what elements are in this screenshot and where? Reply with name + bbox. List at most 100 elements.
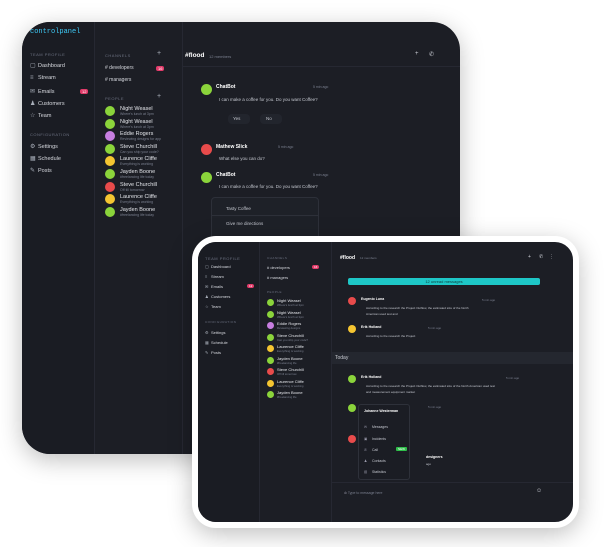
- reply-yes-button[interactable]: Yes: [228, 114, 250, 124]
- emails-badge: 12: [247, 284, 255, 288]
- phone-icon[interactable]: ✆: [539, 254, 543, 260]
- message-input[interactable]: ⊘ Type to message here: [344, 491, 382, 495]
- person-item[interactable]: Night Weasel Where's lunch at 3pm: [105, 118, 154, 129]
- person-item[interactable]: Night Weasel Where's lunch at 3pm: [105, 106, 154, 116]
- nav-schedule[interactable]: ▦ Schedule: [205, 340, 228, 345]
- unread-banner[interactable]: 12 unread messages: [348, 278, 540, 285]
- avatar: [267, 356, 274, 364]
- option-directions[interactable]: Give me directions: [226, 221, 263, 226]
- nav-posts[interactable]: ✎ Posts: [205, 350, 221, 355]
- person-item[interactable]: Laurence Cliffe Everything is working: [267, 344, 304, 353]
- message-text-2: American used test and: [366, 312, 398, 316]
- nav-dashboard[interactable]: ▢ Dashboard: [205, 264, 231, 269]
- message-author: designers: [426, 455, 443, 459]
- avatar: [348, 435, 356, 443]
- person-item[interactable]: Jayden Boone #freelancing life: [267, 356, 303, 365]
- person-item[interactable]: Laurence Cliffe Everything is working: [105, 156, 157, 167]
- reply-no-button[interactable]: No: [260, 114, 282, 124]
- context-title: Johanne Westerman: [364, 409, 399, 413]
- avatar: [105, 194, 115, 205]
- sidebar: TEAM PROFILE ▢ Dashboard ≡ Stream ✉ Emails …: [198, 242, 260, 522]
- person-item[interactable]: Jayden Boone #freelancing life: [267, 390, 303, 399]
- person-status: Where's lunch at 3pm: [120, 124, 154, 129]
- message-author: Erik Holland: [361, 325, 382, 329]
- avatar: [267, 379, 274, 387]
- person-name: Night Weasel: [120, 118, 153, 125]
- message-author: Eugenio Luna: [361, 297, 385, 301]
- person-status: Where's lunch at 3pm: [277, 314, 304, 319]
- person-item[interactable]: Laurence Cliffe Everything is working: [267, 379, 304, 388]
- nav-team[interactable]: ☆ Team: [30, 112, 51, 120]
- person-name: Laurence Cliffe: [277, 378, 304, 384]
- person-item[interactable]: Laurence Cliffe Everything is working: [105, 194, 157, 205]
- channel-managers[interactable]: # managers: [105, 77, 131, 83]
- person-item[interactable]: Jayden Boone #freelancing life today: [105, 169, 155, 179]
- nav-settings[interactable]: ⚙ Settings: [205, 330, 225, 335]
- person-status: Off till tomorrow: [277, 372, 297, 376]
- avatar: [105, 206, 115, 217]
- avatar: [267, 310, 274, 318]
- nav-emails[interactable]: ✉ Emails: [30, 88, 55, 96]
- message-text: According to the research the Project Ou…: [366, 384, 495, 388]
- section-people: PEOPLE: [105, 96, 125, 101]
- option-coffee[interactable]: Tasty Coffee: [226, 206, 251, 211]
- nav-settings[interactable]: ⚙ Settings: [30, 143, 58, 151]
- add-icon[interactable]: +: [415, 51, 419, 57]
- avatar: [267, 345, 274, 352]
- emails-badge: 12: [80, 89, 89, 94]
- section-configuration: CONFIGURATION: [30, 132, 70, 137]
- context-call[interactable]: ✆ Call: [364, 448, 378, 452]
- person-item[interactable]: Night Weasel Where's lunch at 3pm: [267, 310, 304, 319]
- context-messages[interactable]: ✉ Messages: [364, 425, 388, 429]
- posts-icon: ✎: [30, 168, 36, 174]
- message-time: 5 min ago: [428, 405, 442, 409]
- context-contacts[interactable]: ♟ Contacts: [364, 459, 386, 463]
- message-time: 5 min ago: [313, 85, 329, 89]
- person-item[interactable]: Eddie Rogers Reviewing designs: [267, 321, 301, 330]
- person-item[interactable]: Night Weasel Where's lunch at 3pm: [267, 298, 304, 307]
- nav-stream[interactable]: ≡ Stream: [30, 75, 56, 81]
- add-icon[interactable]: +: [528, 254, 531, 260]
- avatar: [201, 144, 212, 155]
- person-status: Can you ship your code?: [120, 149, 159, 154]
- section-configuration: CONFIGURATION: [205, 320, 237, 324]
- person-item[interactable]: Steve Churchill Can you ship your code?: [267, 333, 308, 342]
- section-channels: CHANNELS: [267, 256, 288, 260]
- more-icon[interactable]: ⋮: [549, 254, 554, 260]
- nav-customers[interactable]: ♟ Customers: [205, 294, 230, 299]
- channel-developers[interactable]: # developers: [105, 65, 134, 71]
- customers-icon: ♟: [30, 101, 36, 107]
- phone-icon[interactable]: ✆: [429, 51, 434, 58]
- add-channel-icon[interactable]: +: [157, 50, 161, 57]
- channel-managers[interactable]: # managers: [267, 275, 288, 280]
- nav-customers[interactable]: ♟ Customers: [30, 100, 65, 108]
- nav-emails[interactable]: ✉ Emails: [205, 284, 223, 289]
- nav-posts[interactable]: ✎ Posts: [30, 167, 52, 175]
- person-status: Can you ship your code?: [277, 337, 308, 342]
- context-incidents[interactable]: ▣ Incidents: [364, 437, 386, 441]
- channel-developers[interactable]: # developers: [267, 265, 290, 270]
- person-item[interactable]: Jayden Boone #freelancing life today: [105, 206, 156, 217]
- nav-schedule[interactable]: ▦ Schedule: [30, 155, 61, 163]
- emoji-icon[interactable]: ☺: [536, 488, 542, 494]
- person-status: #freelancing life today: [120, 175, 155, 179]
- header-divider: [183, 66, 460, 67]
- sidebar: controlpanel TEAM PROFILE ▢ Dashboard ≡ St…: [22, 22, 95, 454]
- avatar: [267, 391, 274, 398]
- nav-team[interactable]: ☆ Team: [205, 304, 221, 309]
- person-item[interactable]: Steve Churchill Can you ship your code?: [105, 143, 159, 154]
- date-divider: Today: [332, 352, 573, 364]
- nav-stream[interactable]: ≡ Stream: [205, 274, 224, 279]
- person-item[interactable]: Eddie Rogers Reviewing designs for app: [105, 131, 161, 142]
- person-item[interactable]: Steve Churchill Off till tomorrow: [105, 181, 157, 192]
- add-person-icon[interactable]: +: [157, 93, 161, 100]
- person-item[interactable]: Steve Churchill Off till tomorrow: [267, 367, 304, 376]
- nav-dashboard[interactable]: ▢ Dashboard: [30, 62, 65, 70]
- avatar: [348, 325, 356, 333]
- person-status: Where's lunch at 3pm: [277, 303, 304, 307]
- message-text: I can make a coffee for you. Do you want…: [219, 184, 318, 189]
- context-statistics[interactable]: ▥ Statistics: [364, 470, 386, 474]
- person-name: Steve Churchill: [277, 332, 304, 338]
- person-name: Jayden Boone: [120, 206, 156, 213]
- app-logo: controlpanel: [30, 28, 81, 36]
